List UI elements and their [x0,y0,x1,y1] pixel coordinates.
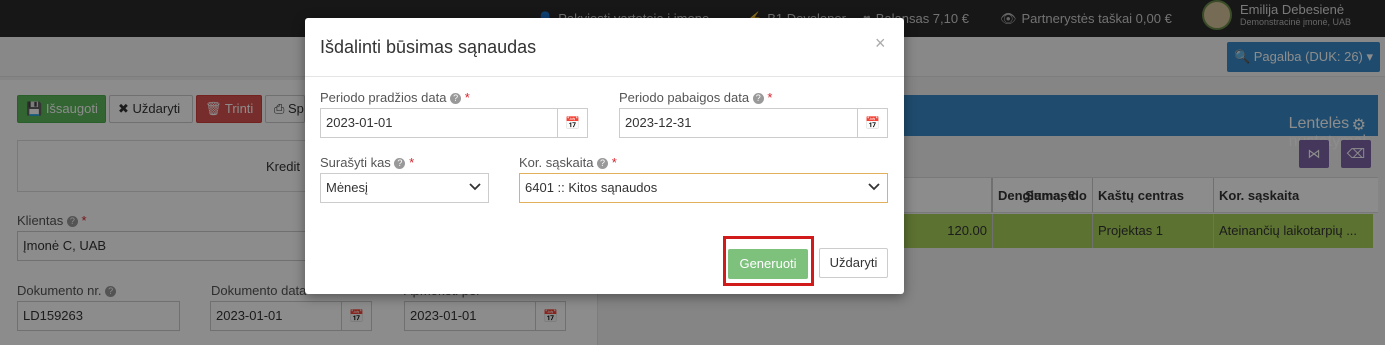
generate-button[interactable]: Generuoti [728,249,808,279]
chevron-down-icon [868,183,880,191]
help-icon: ? [394,158,406,170]
modal-close-button[interactable]: Uždaryti [819,248,888,278]
period-end-input[interactable]: 2023-12-31 [619,108,858,138]
period-start-label: Periodo pradžios data ? * [320,90,470,105]
divider [305,76,904,77]
help-icon: ? [450,93,462,105]
chevron-down-icon [469,183,481,191]
help-icon: ? [752,93,764,105]
period-start-input[interactable]: 2023-01-01 [320,108,558,138]
help-icon: ? [597,158,609,170]
split-expenses-modal: Išdalinti būsimas sąnaudas × Periodo pra… [305,18,904,294]
write-by-select[interactable]: Mėnesį [320,173,489,203]
calendar-icon[interactable]: 📅 [558,108,588,138]
account-label: Kor. sąskaita ? * [519,155,617,170]
close-icon[interactable]: × [875,33,886,54]
write-by-label: Surašyti kas ? * [320,155,415,170]
modal-title: Išdalinti būsimas sąnaudas [320,37,537,57]
account-select[interactable]: 6401 :: Kitos sąnaudos [519,173,888,203]
calendar-icon[interactable]: 📅 [858,108,888,138]
period-end-label: Periodo pabaigos data ? * [619,90,773,105]
